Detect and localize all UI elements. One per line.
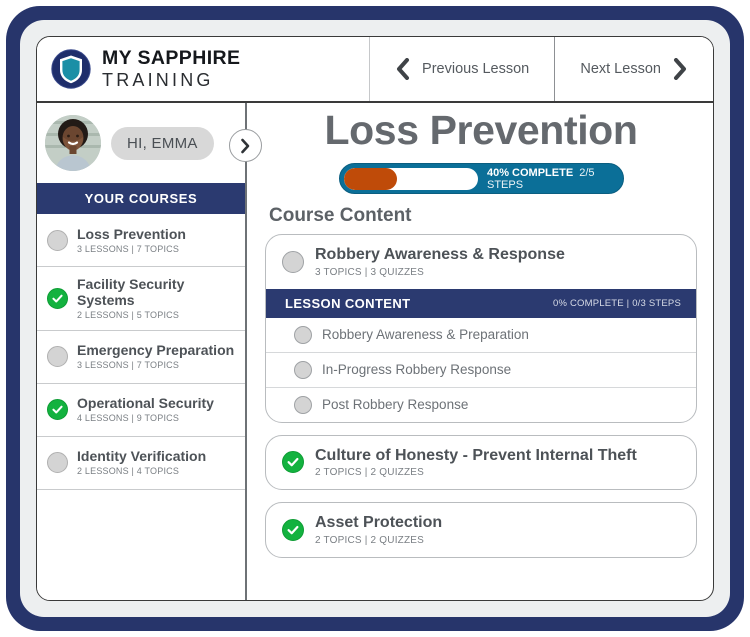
module-meta: 3 TOPICS | 3 QUIZZES — [315, 266, 425, 278]
progress-percent: 40% COMPLETE — [486, 166, 574, 179]
next-lesson-button[interactable]: Next Lesson — [555, 37, 713, 101]
course-title: Identity Verification — [77, 448, 207, 465]
lesson-content-bar: LESSON CONTENT 0% COMPLETE | 0/3 STEPS — [266, 288, 696, 318]
check-icon — [287, 525, 299, 535]
module-card: Culture of Honesty - Prevent Internal Th… — [265, 434, 697, 491]
chevron-right-icon — [673, 58, 686, 80]
lesson-title: Post Robbery Response — [322, 397, 469, 413]
your-courses-header: YOUR COURSES — [37, 183, 245, 214]
main-content: Loss Prevention 40% COMPLETE 2/5 STEPS C… — [247, 103, 713, 600]
module-status-complete-icon — [282, 518, 304, 541]
lesson-row[interactable]: Post Robbery Response — [266, 386, 696, 422]
module-title: Culture of Honesty - Prevent Internal Th… — [315, 446, 637, 464]
shield-logo-icon — [51, 49, 91, 89]
check-icon — [287, 458, 299, 467]
lesson-status-incomplete-icon — [294, 325, 312, 344]
module-title: Robbery Awareness & Response — [315, 246, 565, 263]
module-header[interactable]: Asset Protection 2 TOPICS | 2 QUIZZES — [266, 503, 696, 557]
course-title: Facility Security Systems — [77, 276, 185, 309]
previous-lesson-button[interactable]: Previous Lesson — [369, 37, 556, 101]
brand-logo[interactable]: MY SAPPHIRE TRAINING — [37, 37, 369, 101]
course-title: Emergency Preparation — [77, 342, 235, 359]
next-lesson-label: Next Lesson — [580, 61, 661, 77]
brand-line-2: TRAINING — [102, 70, 214, 91]
course-list: Loss Prevention 3 LESSONS | 7 TOPICS Facil… — [37, 214, 245, 490]
course-progress-bar: 40% COMPLETE 2/5 STEPS — [338, 163, 624, 194]
check-icon — [52, 405, 63, 414]
progress-wrap: 40% COMPLETE 2/5 STEPS — [265, 163, 697, 194]
progress-label: 40% COMPLETE 2/5 STEPS — [487, 167, 619, 191]
avatar[interactable] — [45, 115, 101, 171]
course-meta: 3 LESSONS | 7 TOPICS — [77, 243, 180, 254]
lesson-content-label: LESSON CONTENT — [285, 295, 411, 311]
lesson-row[interactable]: In-Progress Robbery Response — [266, 351, 696, 387]
course-status-complete-icon — [47, 399, 68, 421]
app-header: MY SAPPHIRE TRAINING Previous Lesson Nex… — [37, 37, 713, 103]
sidebar-course-item[interactable]: Emergency Preparation 3 LESSONS | 7 TOPIC… — [37, 331, 245, 384]
sidebar-course-item[interactable]: Operational Security 4 LESSONS | 9 TOPICS — [37, 384, 245, 437]
sidebar-course-item[interactable]: Identity Verification 2 LESSONS | 4 TOPIC… — [37, 437, 245, 490]
module-meta: 2 TOPICS | 2 QUIZZES — [315, 534, 425, 546]
module-list: Robbery Awareness & Response 3 TOPICS | 3… — [265, 234, 697, 558]
module-header[interactable]: Culture of Honesty - Prevent Internal Th… — [266, 436, 696, 490]
user-avatar-photo — [45, 115, 101, 171]
module-title: Asset Protection — [315, 514, 443, 532]
brand-line-1: MY SAPPHIRE — [102, 46, 241, 69]
course-title: Operational Security — [77, 395, 214, 412]
lesson-row[interactable]: Robbery Awareness & Preparation — [266, 318, 696, 352]
progress-fill — [343, 167, 398, 190]
module-status-incomplete-icon — [282, 250, 304, 273]
chevron-left-icon — [397, 58, 410, 80]
lesson-title: In-Progress Robbery Response — [322, 362, 512, 378]
course-meta: 4 LESSONS | 9 TOPICS — [77, 413, 180, 424]
greeting-pill: HI, EMMA — [111, 126, 214, 160]
module-card: Robbery Awareness & Response 3 TOPICS | 3… — [265, 234, 697, 423]
course-meta: 2 LESSONS | 4 TOPICS — [77, 466, 180, 477]
check-icon — [52, 294, 63, 303]
sidebar-course-item[interactable]: Facility Security Systems 2 LESSONS | 5 T… — [37, 267, 245, 331]
module-header[interactable]: Robbery Awareness & Response 3 TOPICS | 3… — [266, 235, 696, 289]
lesson-title: Robbery Awareness & Preparation — [322, 327, 529, 343]
sidebar-course-item[interactable]: Loss Prevention 3 LESSONS | 7 TOPICS — [37, 214, 245, 267]
module-meta: 2 TOPICS | 2 QUIZZES — [315, 467, 425, 479]
app-body: HI, EMMA YOUR COURSES Loss Prevention 3 L… — [37, 103, 713, 600]
user-row: HI, EMMA — [37, 103, 245, 183]
course-title: Loss Prevention — [77, 225, 186, 242]
module-card: Asset Protection 2 TOPICS | 2 QUIZZES — [265, 502, 697, 558]
course-status-incomplete-icon — [47, 452, 68, 474]
tablet-bezel: MY SAPPHIRE TRAINING Previous Lesson Nex… — [6, 6, 744, 631]
tablet-screen-inset: MY SAPPHIRE TRAINING Previous Lesson Nex… — [20, 20, 730, 617]
lesson-status-incomplete-icon — [294, 395, 312, 414]
course-meta: 3 LESSONS | 7 TOPICS — [77, 360, 180, 371]
course-status-complete-icon — [47, 287, 68, 309]
course-content-heading: Course Content — [269, 205, 412, 226]
course-status-incomplete-icon — [47, 229, 68, 251]
lesson-status-incomplete-icon — [294, 360, 312, 379]
page-title: Loss Prevention — [324, 107, 638, 153]
previous-lesson-label: Previous Lesson — [422, 61, 530, 77]
module-status-complete-icon — [282, 451, 304, 474]
app-screen: MY SAPPHIRE TRAINING Previous Lesson Nex… — [36, 36, 714, 601]
sidebar-expand-button[interactable] — [229, 129, 262, 162]
chevron-right-icon — [241, 138, 250, 153]
course-meta: 2 LESSONS | 5 TOPICS — [77, 310, 180, 321]
lesson-content-progress: 0% COMPLETE | 0/3 STEPS — [553, 297, 681, 309]
sidebar: HI, EMMA YOUR COURSES Loss Prevention 3 L… — [37, 103, 262, 600]
course-status-incomplete-icon — [47, 346, 68, 368]
progress-track — [343, 167, 478, 190]
